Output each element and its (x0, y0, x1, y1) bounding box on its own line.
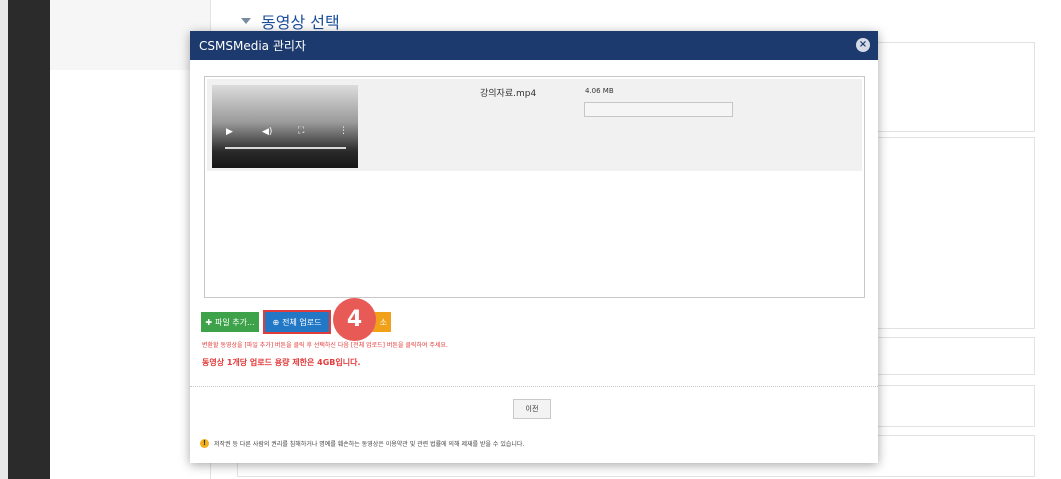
plus-icon: ✚ (205, 317, 213, 327)
step-badge: 4 (333, 298, 376, 341)
file-row: ▶ ◀) ⛶ ⋮ 강의자료.mp4 4.06 MB (207, 79, 862, 171)
upload-all-button[interactable]: ⊕ 전체 업로드 (263, 310, 331, 334)
add-file-label: 파일 추가... (215, 317, 255, 327)
dialog-divider (190, 386, 878, 387)
file-name: 강의자료.mp4 (480, 89, 537, 99)
notice-text: 저작권 등 다른 사람의 권리를 침해하거나 명예를 훼손하는 동영상은 이용약… (214, 441, 525, 448)
file-size: 4.06 MB (585, 87, 614, 95)
video-thumbnail[interactable]: ▶ ◀) ⛶ ⋮ (212, 85, 358, 168)
top-left-panel (50, 0, 210, 70)
dialog-titlebar: CSMSMedia 관리자 × (190, 31, 878, 60)
size-limit-text: 동영상 1개당 업로드 용량 제한은 4GB입니다. (202, 358, 361, 367)
video-progress-bar[interactable] (225, 147, 346, 149)
upload-progress-bar (584, 102, 733, 117)
media-manager-dialog: CSMSMedia 관리자 × ▶ ◀) ⛶ ⋮ 강의자료.mp4 4.06 M… (190, 31, 878, 463)
more-options-icon[interactable]: ⋮ (339, 126, 348, 136)
dark-sidebar (8, 0, 50, 479)
cancel-label: 소 (379, 317, 387, 327)
upload-all-label: 전체 업로드 (282, 317, 322, 327)
close-icon[interactable]: × (856, 38, 870, 52)
copyright-notice: ! 저작권 등 다른 사람의 권리를 침해하거나 명예를 훼손하는 동영상은 이… (200, 439, 524, 448)
upload-icon: ⊕ (272, 317, 280, 327)
section-title: 동영상 선택 (261, 13, 340, 32)
instruction-text: 변환할 동영상을 [파일 추가] 버튼을 클릭 후 선택하신 다음 [전체 업로… (202, 342, 448, 349)
file-list-area: ▶ ◀) ⛶ ⋮ 강의자료.mp4 4.06 MB (204, 76, 865, 298)
volume-icon[interactable]: ◀) (262, 127, 272, 137)
fullscreen-icon[interactable]: ⛶ (298, 126, 304, 136)
add-file-button[interactable]: ✚ 파일 추가... (201, 312, 259, 332)
caret-down-icon (241, 18, 251, 24)
sidebar-edge (0, 0, 8, 479)
warning-icon: ! (200, 439, 209, 448)
dialog-title: CSMSMedia 관리자 (199, 39, 306, 53)
prev-button[interactable]: 이전 (513, 399, 551, 419)
play-icon[interactable]: ▶ (226, 127, 233, 137)
